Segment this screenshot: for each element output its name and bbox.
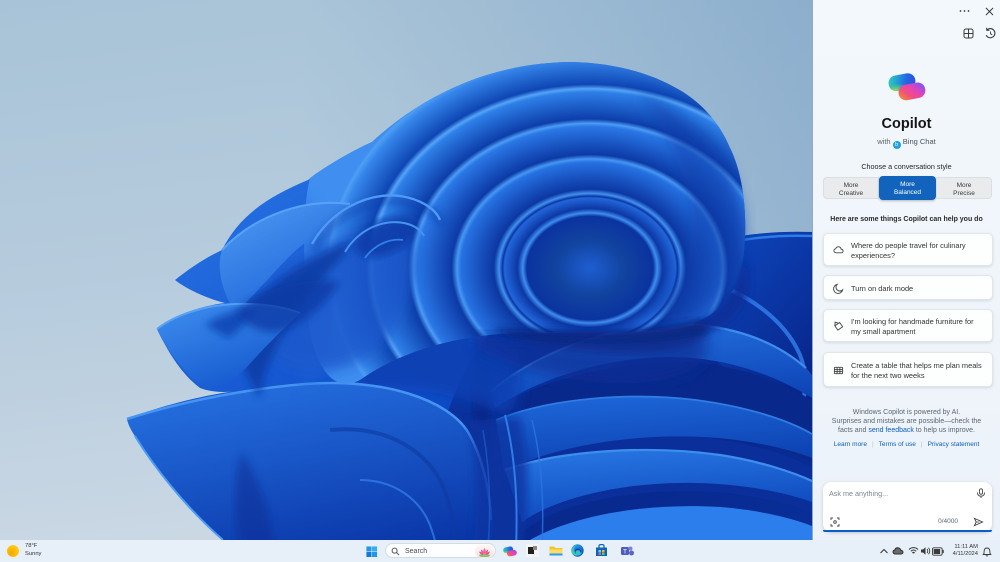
svg-text:T: T [623, 549, 627, 556]
